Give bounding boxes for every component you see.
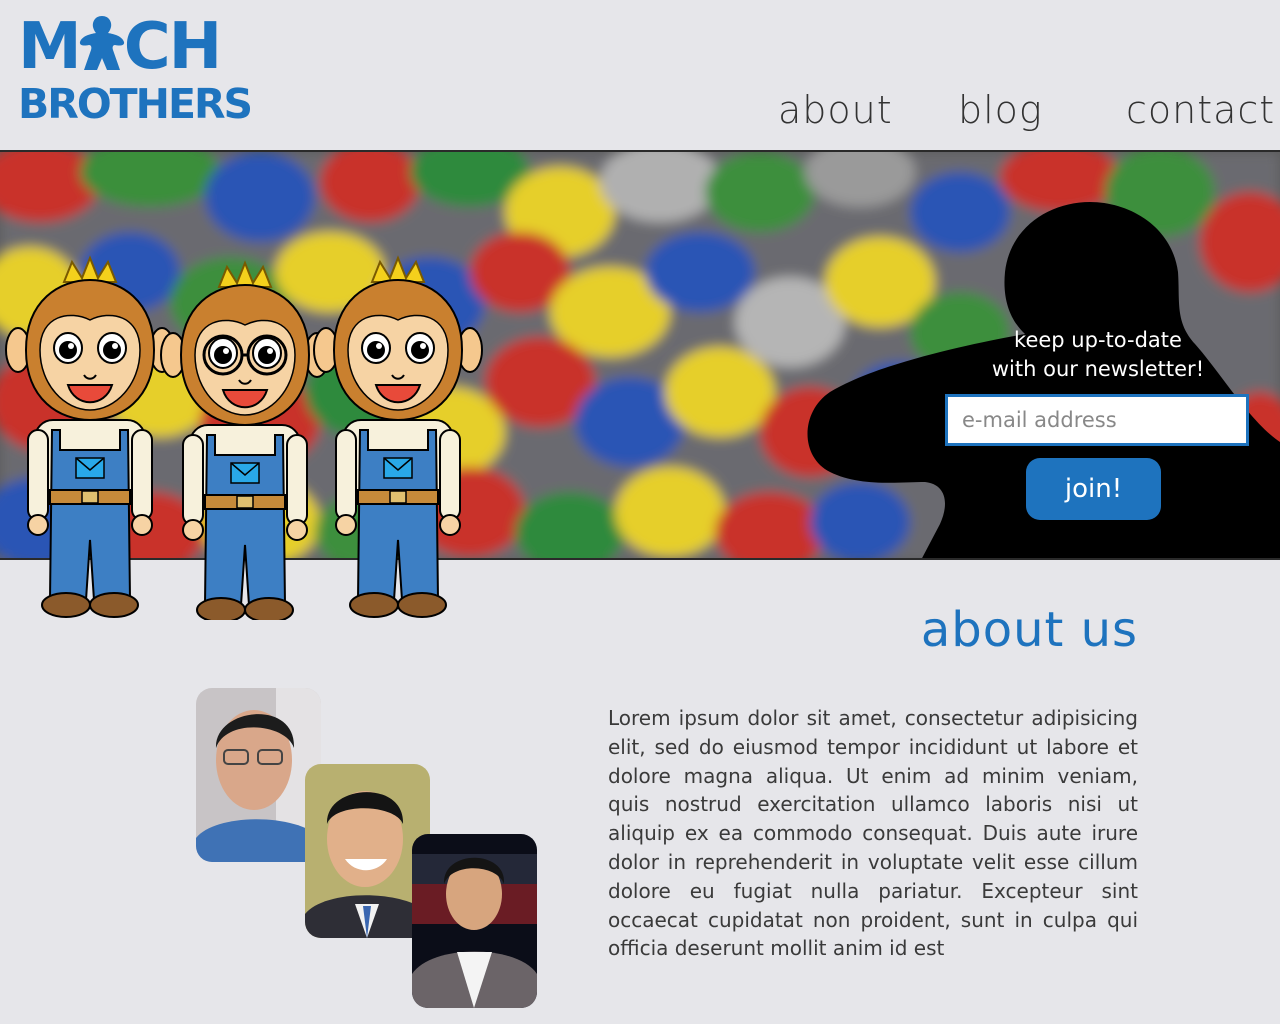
monkey-mascot-1 — [5, 257, 175, 618]
logo-line-brothers: BROTHERS — [18, 80, 253, 128]
newsletter-line-2: with our newsletter! — [991, 357, 1205, 381]
nav-contact[interactable]: contact — [1126, 86, 1275, 134]
about-us-heading: about us — [920, 602, 1138, 658]
join-button[interactable]: join! — [1026, 458, 1161, 520]
team-photo-3 — [412, 834, 537, 1008]
monkey-mascot-2 — [160, 262, 330, 620]
monkey-mascot-3 — [313, 257, 483, 618]
newsletter-prompt: keep up-to-date with our newsletter! — [950, 326, 1246, 384]
nav-about[interactable]: about — [778, 86, 893, 134]
newsletter-line-1: keep up-to-date — [1014, 328, 1182, 352]
about-us-text: Lorem ipsum dolor sit amet, consectetur … — [608, 706, 1138, 961]
meeple-icon — [79, 16, 124, 70]
email-input[interactable] — [945, 394, 1249, 446]
monkey-mascots — [5, 257, 483, 620]
logo-line-mach: M CH — [18, 10, 222, 84]
team-photo-1 — [196, 688, 321, 862]
nav-blog[interactable]: blog — [958, 86, 1043, 134]
site-header: M CH BROTHERS about blog contact — [0, 0, 1280, 150]
mach-brothers-logo[interactable]: M CH BROTHERS — [18, 14, 258, 126]
